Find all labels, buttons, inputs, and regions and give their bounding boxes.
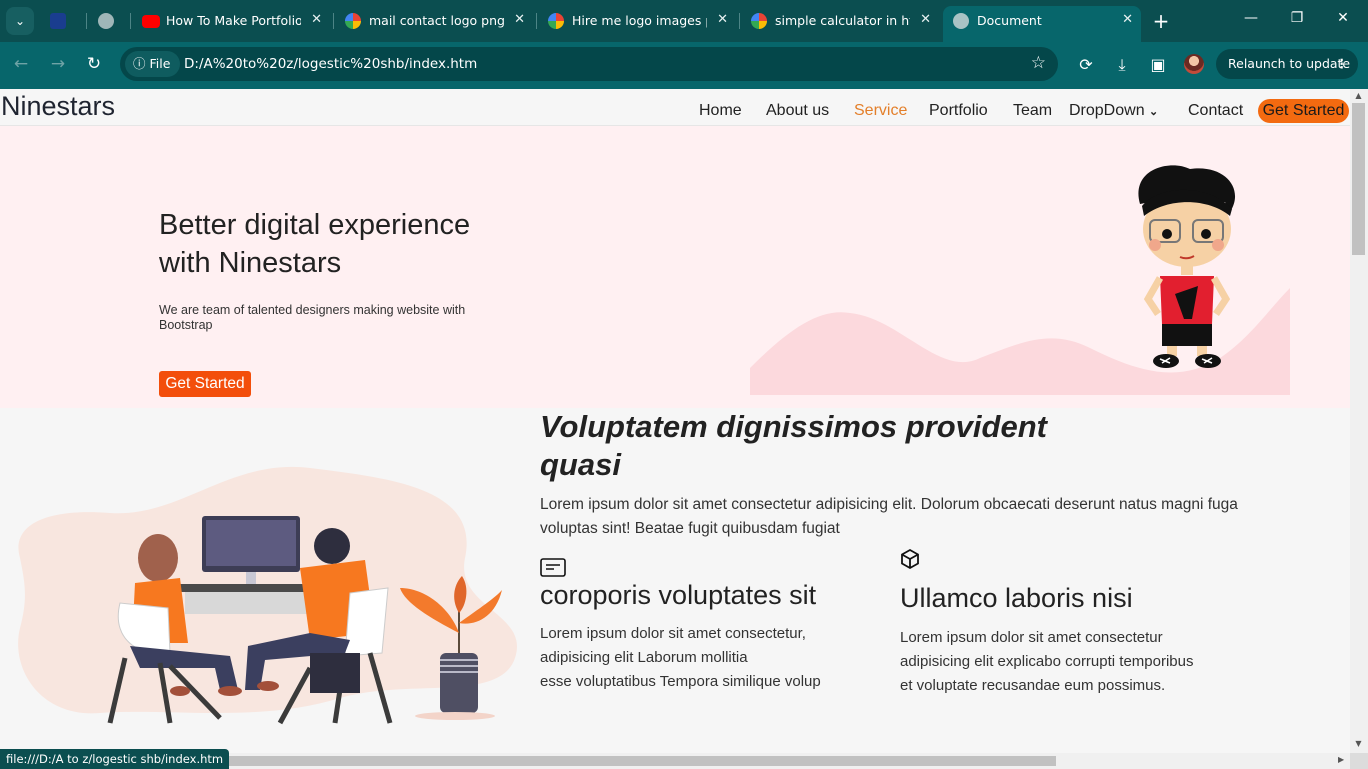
nav-home[interactable]: Home (699, 102, 742, 120)
tab-youtube[interactable]: How To Make Portfolio W ✕ (132, 6, 330, 36)
card-text-icon (540, 558, 566, 577)
site-info-label: File (149, 56, 171, 71)
tab-title: mail contact logo png - G (369, 13, 504, 28)
vertical-scroll-thumb[interactable] (1352, 103, 1365, 255)
tab-title: simple calculator in html (775, 13, 910, 28)
tab-title: Document (977, 13, 1042, 28)
close-icon[interactable]: ✕ (514, 12, 525, 27)
site-header: Ninestars Home About us Service Portfoli… (0, 89, 1350, 126)
url-text[interactable]: D:/A%20to%20z/logestic%20shb/index.htm (184, 56, 477, 72)
status-bar-url: file:///D:/A to z/logestic shb/index.htm (0, 749, 230, 769)
hero-section: Better digital experience with Ninestars… (0, 126, 1350, 408)
nav-get-started-button[interactable]: Get Started (1258, 99, 1349, 123)
scroll-right-icon[interactable]: ▶ (1338, 755, 1344, 764)
close-icon[interactable]: ✕ (1122, 12, 1133, 27)
tab-title: Hire me logo images png (572, 13, 707, 28)
cartoon-boy-illustration (1138, 165, 1236, 368)
nav-team[interactable]: Team (1013, 102, 1052, 120)
site-logo[interactable]: Ninestars (1, 91, 115, 122)
about-title: Voluptatem dignissimos provident quasi (540, 409, 1047, 482)
google-icon (751, 13, 767, 29)
horizontal-scroll-thumb[interactable] (200, 756, 1056, 766)
hero-title: Better digital experience with Ninestars (159, 209, 471, 279)
close-window-icon[interactable]: ✕ (1333, 10, 1353, 26)
new-tab-button[interactable]: + (1150, 8, 1172, 34)
relaunch-button[interactable]: Relaunch to update ⋮ (1216, 49, 1358, 79)
nav-dropdown-label: DropDown (1069, 102, 1145, 119)
scroll-up-icon[interactable]: ▲ (1352, 91, 1365, 100)
tab-pinned-app[interactable] (40, 6, 82, 36)
tab-hire-me[interactable]: Hire me logo images png ✕ (538, 6, 736, 36)
relaunch-label: Relaunch to update (1228, 56, 1351, 71)
team-working-illustration (18, 466, 517, 725)
google-icon (548, 13, 564, 29)
about-lead: Lorem ipsum dolor sit amet consectetur a… (540, 496, 1238, 537)
chevron-down-icon: ⌄ (1149, 106, 1159, 118)
hero-get-started-button[interactable]: Get Started (159, 371, 251, 397)
close-icon[interactable]: ✕ (717, 12, 728, 27)
feature-text: Lorem ipsum dolor sit amet consectetur, … (540, 625, 821, 690)
scrollbar-corner (1350, 753, 1368, 769)
back-icon[interactable]: ← (10, 54, 32, 74)
hero-subtitle: We are team of talented designers making… (159, 303, 466, 332)
google-icon (345, 13, 361, 29)
tab-pinned-globe[interactable] (88, 6, 130, 36)
nav-dropdown[interactable]: DropDown ⌄ (1069, 102, 1158, 120)
site-info-chip[interactable]: ⓘ File (125, 51, 181, 77)
more-menu-icon[interactable]: ⋮ (1336, 49, 1349, 79)
bookmark-star-icon[interactable]: ☆ (1031, 53, 1046, 73)
tab-document[interactable]: Document ✕ (943, 6, 1141, 42)
forward-icon[interactable]: → (47, 54, 69, 74)
tab-search-button[interactable]: ⌄ (6, 7, 34, 35)
feature-text: Lorem ipsum dolor sit amet consectetur a… (900, 629, 1194, 694)
extension-icon[interactable]: ⟳ (1075, 55, 1097, 74)
nav-portfolio[interactable]: Portfolio (929, 102, 988, 120)
tab-strip: ⌄ How To Make Portfolio W ✕ mail contact… (0, 0, 1368, 42)
app-icon (50, 13, 66, 29)
tab-mail-logo[interactable]: mail contact logo png - G ✕ (335, 6, 533, 36)
reload-icon[interactable]: ↻ (83, 54, 105, 74)
box-icon (901, 548, 919, 570)
feature-title: Ullamco laboris nisi (900, 583, 1133, 613)
minimize-icon[interactable]: — (1241, 10, 1261, 26)
scroll-down-icon[interactable]: ▼ (1352, 739, 1365, 748)
youtube-icon (142, 15, 160, 28)
close-icon[interactable]: ✕ (311, 12, 322, 27)
close-icon[interactable]: ✕ (920, 12, 931, 27)
globe-icon (953, 13, 969, 29)
tab-title: How To Make Portfolio W (166, 13, 301, 28)
nav-contact[interactable]: Contact (1188, 102, 1243, 120)
feature-card: coroporis voluptates sit Lorem ipsum dol… (540, 558, 870, 708)
feature-card: Ullamco laboris nisi Lorem ipsum dolor s… (900, 548, 1230, 708)
page-viewport: Ninestars Home About us Service Portfoli… (0, 89, 1350, 753)
browser-toolbar: ← → ↻ ⓘ File D:/A%20to%20z/logestic%20sh… (0, 42, 1368, 89)
restore-icon[interactable]: ❐ (1287, 10, 1307, 26)
info-icon: ⓘ (133, 56, 146, 71)
side-panel-icon[interactable]: ▣ (1147, 55, 1169, 74)
about-section: Voluptatem dignissimos provident quasi L… (0, 408, 1350, 753)
nav-service[interactable]: Service (854, 102, 907, 120)
feature-title: coroporis voluptates sit (540, 580, 817, 610)
nav-about[interactable]: About us (766, 102, 829, 120)
address-bar[interactable]: ⓘ File D:/A%20to%20z/logestic%20shb/inde… (120, 47, 1058, 81)
tab-calculator[interactable]: simple calculator in html ✕ (741, 6, 939, 36)
profile-avatar[interactable] (1184, 54, 1204, 74)
download-icon[interactable]: ⤓ (1111, 55, 1133, 75)
globe-icon (98, 13, 114, 29)
